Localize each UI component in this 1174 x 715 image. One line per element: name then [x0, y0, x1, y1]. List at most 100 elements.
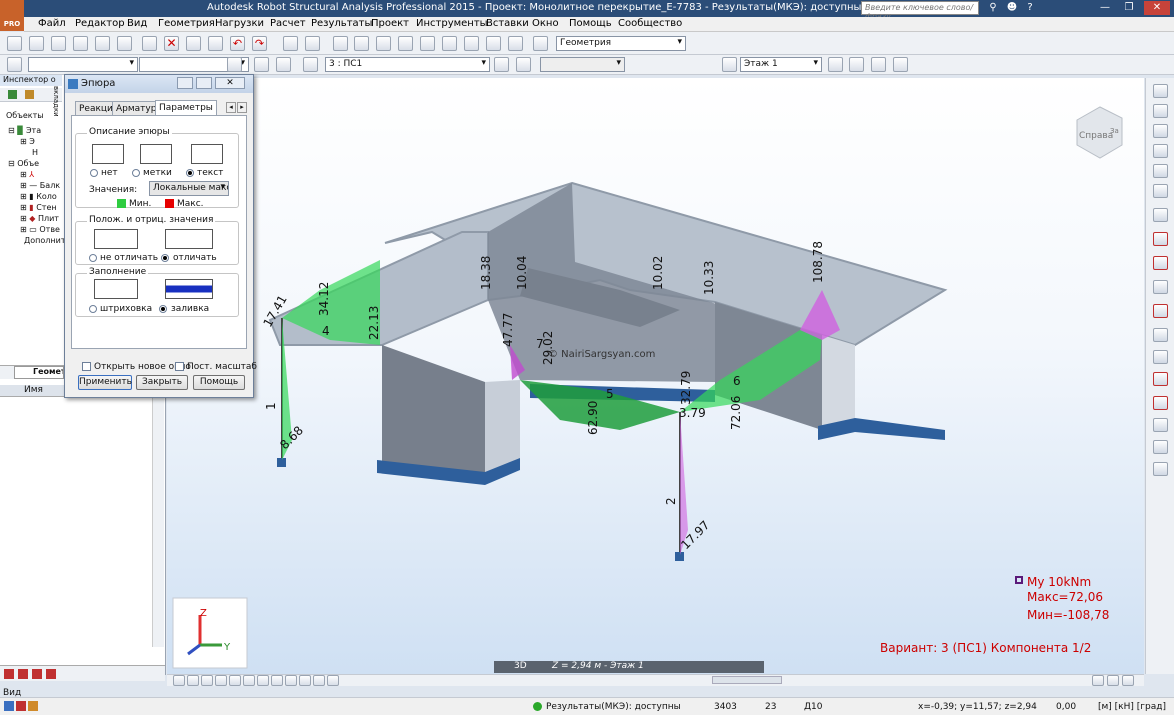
open-new-window-checkbox[interactable]: [82, 362, 91, 371]
desc-text-preview[interactable]: [191, 144, 223, 164]
tree-item-additional[interactable]: Дополните: [8, 235, 70, 246]
table-icon[interactable]: [305, 36, 320, 51]
fill-solid-radio[interactable]: [159, 305, 167, 313]
units-label[interactable]: [м] [кН] [град]: [1098, 702, 1166, 712]
desc-labels-preview[interactable]: [140, 144, 172, 164]
vp-tool-3-icon[interactable]: [201, 675, 213, 686]
sections-icon[interactable]: [464, 36, 479, 51]
fill-hatch-radio[interactable]: [89, 305, 97, 313]
vp-tool-2-icon[interactable]: [187, 675, 199, 686]
sign-diff-preview[interactable]: [165, 229, 213, 249]
zoom-icon[interactable]: [354, 36, 369, 51]
rt-load-icon[interactable]: [1153, 304, 1168, 318]
vp-tool-8-icon[interactable]: [271, 675, 283, 686]
rt-panel-icon[interactable]: [1153, 124, 1168, 138]
nodes-icon[interactable]: [398, 36, 413, 51]
preview-icon[interactable]: [117, 36, 132, 51]
vp-tool-6-icon[interactable]: [243, 675, 255, 686]
rt-section-icon[interactable]: [1153, 208, 1168, 222]
save-icon[interactable]: [51, 36, 66, 51]
sign-diff-radio[interactable]: [161, 254, 169, 262]
tab-scroll-left-icon[interactable]: ◂: [226, 102, 236, 113]
vp-tool-5-icon[interactable]: [229, 675, 241, 686]
rt-wall-icon[interactable]: [1153, 164, 1168, 178]
fill-hatch-preview[interactable]: [94, 279, 138, 299]
menu-tools[interactable]: Инструменты: [416, 18, 488, 29]
selection-icon[interactable]: [376, 36, 391, 51]
funnel-icon[interactable]: [25, 90, 34, 99]
tab-parameters[interactable]: Параметры: [155, 100, 217, 116]
vp-tool-10-icon[interactable]: [299, 675, 311, 686]
tree-item-openings[interactable]: ⊞ ▭ Отве: [8, 224, 70, 235]
lock-icon[interactable]: [333, 36, 348, 51]
dialog-close-icon[interactable]: ✕: [215, 77, 245, 89]
layout-select[interactable]: Геометрия: [556, 36, 686, 51]
vp-tool-1-icon[interactable]: [173, 675, 185, 686]
vp-tool-12-icon[interactable]: [327, 675, 339, 686]
tree-item-story-n[interactable]: Н: [8, 147, 70, 158]
tab-geometry[interactable]: Геомет: [14, 366, 64, 379]
menu-insert[interactable]: Вставки: [486, 18, 529, 29]
menu-view[interactable]: Вид: [127, 18, 147, 29]
copy-icon[interactable]: [186, 36, 201, 51]
min-color-swatch[interactable]: [117, 199, 126, 208]
snap-settings-icon[interactable]: [227, 57, 242, 72]
story-up-icon[interactable]: [828, 57, 843, 72]
tree-item-objects[interactable]: ⊟ Объе: [8, 158, 70, 169]
tree-item-slabs[interactable]: ⊞ ◆ Плит: [8, 213, 70, 224]
tools-icon[interactable]: [508, 36, 523, 51]
rt-slab-icon[interactable]: [1153, 144, 1168, 158]
paste-icon[interactable]: [208, 36, 223, 51]
tree-item-story-sub[interactable]: ⊞ Э: [8, 136, 70, 147]
desc-labels-radio[interactable]: [132, 169, 140, 177]
bottom-tool-2-icon[interactable]: [18, 669, 28, 679]
vp-tool-right-2-icon[interactable]: [1107, 675, 1119, 686]
sign-same-preview[interactable]: [94, 229, 138, 249]
rt-combination-icon[interactable]: [1153, 372, 1168, 386]
status-tool-3-icon[interactable]: [28, 701, 38, 711]
previous-case-icon[interactable]: [494, 57, 509, 72]
fill-solid-preview[interactable]: [165, 279, 213, 299]
help-icon[interactable]: ?: [1021, 1, 1039, 15]
menu-window[interactable]: Окно: [532, 18, 559, 29]
app-logo[interactable]: PRO: [0, 0, 24, 31]
rt-offset-icon[interactable]: [1153, 280, 1168, 294]
bars-icon[interactable]: [420, 36, 435, 51]
bottom-tool-3-icon[interactable]: [32, 669, 42, 679]
undo-icon[interactable]: ↶: [230, 36, 245, 51]
menu-file[interactable]: Файл: [38, 18, 66, 29]
apply-button[interactable]: Применить: [78, 375, 132, 390]
materials-icon[interactable]: [486, 36, 501, 51]
minimize-icon[interactable]: —: [1096, 1, 1114, 15]
menu-edit[interactable]: Редактор: [75, 18, 125, 29]
rt-node-icon[interactable]: [1153, 84, 1168, 98]
vp-tool-right-3-icon[interactable]: [1122, 675, 1134, 686]
print-preview-icon[interactable]: [95, 36, 110, 51]
calculator-icon[interactable]: [283, 36, 298, 51]
vp-tool-right-1-icon[interactable]: [1092, 675, 1104, 686]
menu-loads[interactable]: Нагрузки: [215, 18, 264, 29]
rt-table-icon[interactable]: [1153, 418, 1168, 432]
tree-item-columns[interactable]: ⊞ ▮ Коло: [8, 191, 70, 202]
redo-icon[interactable]: ↷: [252, 36, 267, 51]
screenshot-icon[interactable]: [142, 36, 157, 51]
user-icon[interactable]: ☻: [1003, 1, 1021, 15]
search-icon[interactable]: ⚲: [984, 1, 1002, 15]
load-case-select[interactable]: 3 : ПС1: [325, 57, 490, 72]
properties-scrollbar[interactable]: [152, 397, 164, 647]
story-down-icon[interactable]: [849, 57, 864, 72]
close-button[interactable]: Закрыть: [136, 375, 188, 390]
rt-release-icon[interactable]: [1153, 256, 1168, 270]
rt-mesh-icon[interactable]: [1153, 396, 1168, 410]
sign-same-radio[interactable]: [89, 254, 97, 262]
values-select[interactable]: Локальные макс: [149, 181, 229, 196]
dialog-help-icon[interactable]: [177, 77, 193, 89]
rt-layers-icon[interactable]: [1153, 440, 1168, 454]
maximize-icon[interactable]: ❐: [1120, 1, 1138, 15]
menu-results[interactable]: Результаты: [311, 18, 372, 29]
vp-tool-9-icon[interactable]: [285, 675, 297, 686]
story-icon[interactable]: [722, 57, 737, 72]
next-case-icon[interactable]: [516, 57, 531, 72]
new-file-icon[interactable]: [7, 36, 22, 51]
rt-support-icon[interactable]: [1153, 232, 1168, 246]
